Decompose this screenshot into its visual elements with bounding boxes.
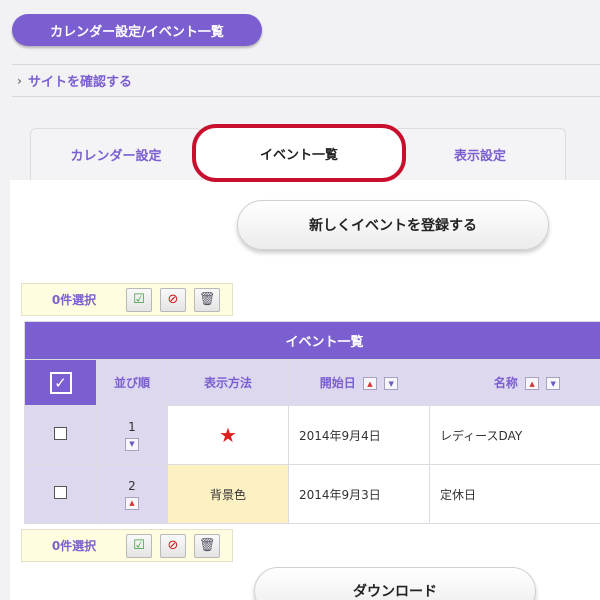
move-up-icon[interactable]: ▲ bbox=[125, 496, 139, 510]
sort-desc-icon[interactable]: ▼ bbox=[384, 377, 399, 390]
select-all-column: ✓ bbox=[24, 359, 97, 406]
table-caption: イベント一覧 bbox=[23, 321, 600, 360]
trash-icon: 🗑 bbox=[198, 292, 216, 307]
column-header-start-date: 開始日 ▲ ▼ bbox=[288, 359, 430, 406]
delete-selected-button[interactable]: 🗑 bbox=[194, 287, 220, 312]
column-header-order: 並び順 bbox=[96, 359, 168, 406]
start-date-cell: 2014年9月4日 bbox=[288, 405, 430, 465]
view-site-label: サイトを確認する bbox=[27, 75, 132, 90]
column-header-label: 名称 bbox=[493, 376, 518, 390]
row-checkbox[interactable] bbox=[54, 427, 67, 440]
event-table: イベント一覧 ✓ 並び順 表示方法 開始日 ▲ ▼ 名称 ▲ ▼ 1 ▼ ★ 2… bbox=[23, 321, 600, 524]
sort-desc-icon[interactable]: ▼ bbox=[546, 377, 561, 390]
tab-display-settings[interactable]: 表示設定 bbox=[394, 128, 566, 180]
checkbox-icon: ☑ bbox=[133, 538, 145, 553]
selected-count: 0件選択 bbox=[51, 539, 97, 553]
register-event-button[interactable]: 新しくイベントを登録する bbox=[237, 200, 549, 250]
method-cell: 背景色 bbox=[167, 464, 289, 524]
order-value: 1 bbox=[128, 419, 136, 434]
order-cell: 1 ▼ bbox=[96, 405, 168, 465]
prohibit-icon: ⊘ bbox=[167, 538, 179, 553]
table-row: 1 ▼ ★ 2014年9月4日 レディースDAY bbox=[24, 405, 600, 465]
order-value: 2 bbox=[128, 478, 136, 493]
column-header-method: 表示方法 bbox=[167, 359, 289, 406]
method-cell: ★ bbox=[167, 405, 289, 465]
checkbox-icon: ☑ bbox=[133, 292, 145, 307]
tab-event-list[interactable]: イベント一覧 bbox=[192, 124, 406, 182]
table-row: 2 ▲ 背景色 2014年9月3日 定休日 bbox=[24, 464, 600, 524]
row-select-cell bbox=[24, 464, 97, 524]
trash-icon: 🗑 bbox=[198, 538, 216, 553]
page-title: カレンダー設定/イベント一覧 bbox=[12, 14, 262, 46]
download-button[interactable]: ダウンロード bbox=[254, 567, 536, 600]
select-all-button[interactable]: ☑ bbox=[126, 287, 152, 312]
order-cell: 2 ▲ bbox=[96, 464, 168, 524]
delete-selected-button[interactable]: 🗑 bbox=[194, 533, 220, 558]
row-checkbox[interactable] bbox=[54, 486, 67, 499]
name-cell: レディースDAY bbox=[428, 405, 600, 465]
column-header-name: 名称 ▲ ▼ bbox=[428, 359, 600, 406]
tab-calendar-settings[interactable]: カレンダー設定 bbox=[30, 128, 202, 180]
selection-toolbar-bottom: 0件選択 ☑ ⊘ 🗑 bbox=[21, 529, 233, 562]
name-cell: 定休日 bbox=[428, 464, 600, 524]
start-date-cell: 2014年9月3日 bbox=[288, 464, 430, 524]
divider bbox=[12, 64, 600, 65]
select-all-button[interactable]: ☑ bbox=[126, 533, 152, 558]
hide-selected-button[interactable]: ⊘ bbox=[160, 533, 186, 558]
move-down-icon[interactable]: ▼ bbox=[125, 437, 139, 451]
sort-asc-icon[interactable]: ▲ bbox=[525, 377, 540, 390]
prohibit-icon: ⊘ bbox=[167, 292, 179, 307]
star-icon: ★ bbox=[219, 423, 237, 447]
column-header-label: 開始日 bbox=[319, 376, 356, 390]
view-site-link[interactable]: › サイトを確認する bbox=[17, 71, 132, 91]
selection-toolbar-top: 0件選択 ☑ ⊘ 🗑 bbox=[21, 283, 233, 316]
hide-selected-button[interactable]: ⊘ bbox=[160, 287, 186, 312]
selected-count: 0件選択 bbox=[51, 293, 97, 307]
chevron-right-icon: › bbox=[17, 73, 22, 88]
divider bbox=[12, 96, 600, 97]
row-select-cell bbox=[24, 405, 97, 465]
select-all-checkbox[interactable]: ✓ bbox=[49, 371, 72, 394]
sort-asc-icon[interactable]: ▲ bbox=[363, 377, 377, 390]
